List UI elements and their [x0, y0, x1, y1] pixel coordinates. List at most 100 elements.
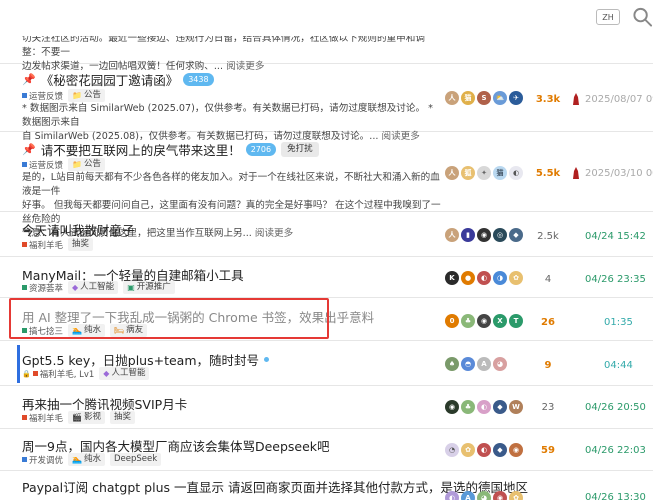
avatar[interactable]: X	[493, 314, 507, 328]
topic-title-text[interactable]: 今天请叫我散财童子	[22, 220, 135, 239]
topic-meta: 资源荟萃 ◆ 人工智能 ▣ 开源推广	[22, 281, 175, 294]
last-activity[interactable]: 04:44	[604, 360, 633, 371]
avatar[interactable]: 0	[445, 314, 459, 328]
last-activity[interactable]: 2025/03/10 00:	[585, 168, 653, 179]
avatar[interactable]: 人	[445, 91, 459, 105]
tag[interactable]: 📁 公告	[68, 158, 105, 171]
avatar[interactable]: 猫	[493, 166, 507, 180]
topic-row: 📌 请不要把互联网上的戾气带来这里！ 2706 免打扰 运营反馈 📁 公告 是的，…	[0, 132, 653, 239]
category-badge[interactable]: 运营反馈	[22, 90, 63, 102]
reply-count[interactable]: 3.3k	[528, 94, 568, 105]
last-activity[interactable]: 2025/08/07 09:3	[585, 94, 653, 105]
avatar[interactable]: ♣	[461, 314, 475, 328]
last-activity[interactable]: 01:35	[604, 317, 633, 328]
reply-count[interactable]: 4	[528, 274, 568, 285]
avatar[interactable]: ♠	[445, 357, 459, 371]
topic-title-text[interactable]: 请不要把互联网上的戾气带来这里！	[41, 140, 241, 159]
category-badge[interactable]: 资源荟萃	[22, 282, 63, 294]
tag[interactable]: DeepSeek	[110, 453, 162, 466]
last-activity[interactable]: 04/26 20:50	[585, 402, 646, 413]
language-switcher[interactable]: ZH	[596, 9, 620, 25]
tag[interactable]: 🎬 影视	[68, 411, 105, 424]
pin-icon: 📌	[22, 143, 36, 156]
reply-count[interactable]: 26	[528, 317, 568, 328]
avatar[interactable]: ◐	[445, 491, 459, 500]
category-badge[interactable]: 搞七捻三	[22, 325, 63, 337]
last-activity[interactable]: 04/26 13:30	[585, 492, 646, 500]
last-activity[interactable]: 04/26 22:03	[585, 445, 646, 456]
avatar[interactable]: A	[477, 357, 491, 371]
category-badge[interactable]: 开发调优	[22, 454, 63, 466]
category-badge[interactable]: 运营反馈	[22, 159, 63, 171]
avatar[interactable]: 人	[445, 228, 459, 242]
avatar[interactable]: ♣	[461, 400, 475, 414]
tag[interactable]: ◆ 人工智能	[99, 367, 150, 380]
tag[interactable]: 抽奖	[110, 411, 136, 424]
mute-button[interactable]: 免打扰	[281, 142, 319, 157]
avatar[interactable]: ✿	[509, 491, 523, 500]
poster-avatars: K ● ◐ ◑ ✿	[445, 271, 523, 285]
avatar[interactable]: ▮	[461, 228, 475, 242]
tag-icon: 📁	[72, 160, 82, 169]
tag[interactable]: 抽奖	[68, 238, 94, 251]
avatar[interactable]: ◓	[461, 357, 475, 371]
avatar[interactable]: ◉	[493, 491, 507, 500]
topic-title[interactable]: 今天请叫我散财童子	[22, 220, 135, 239]
avatar[interactable]: ◆	[493, 400, 507, 414]
pin-icon: 📌	[22, 73, 36, 86]
reply-count[interactable]: 59	[528, 445, 568, 456]
topic-title[interactable]: 📌 《秘密花园园丁邀请函》 3438	[22, 70, 214, 89]
tag[interactable]: 🏊 纯水	[68, 324, 105, 337]
avatar[interactable]: ◐	[509, 166, 523, 180]
reply-count[interactable]: 2.5k	[528, 231, 568, 242]
avatar[interactable]: K	[445, 271, 459, 285]
reply-count[interactable]: 5.5k	[528, 168, 568, 179]
avatar[interactable]: ✿	[509, 271, 523, 285]
avatar[interactable]: ◉	[445, 400, 459, 414]
avatar[interactable]: ◐	[477, 400, 491, 414]
category-badge[interactable]: 福利羊毛	[22, 412, 63, 424]
avatar[interactable]: ◆	[493, 443, 507, 457]
avatar[interactable]: T	[509, 314, 523, 328]
topic-meta: 运营反馈 📁 公告	[22, 158, 105, 171]
avatar[interactable]: W	[509, 400, 523, 414]
tag[interactable]: ◆ 人工智能	[68, 281, 119, 294]
avatar[interactable]: A	[461, 491, 475, 500]
category-badge[interactable]: 🔒 福利羊毛, Lv1	[22, 368, 94, 380]
search-icon[interactable]	[632, 6, 653, 28]
avatar[interactable]: ◕	[477, 491, 491, 500]
avatar[interactable]: ◉	[477, 314, 491, 328]
avatar[interactable]: ✈	[509, 91, 523, 105]
avatar[interactable]: ◉	[509, 443, 523, 457]
topic-title[interactable]: 📌 请不要把互联网上的戾气带来这里！ 2706 免打扰	[22, 140, 319, 159]
avatar[interactable]: ◎	[493, 228, 507, 242]
avatar[interactable]: 猫	[461, 91, 475, 105]
avatar[interactable]: ◔	[445, 443, 459, 457]
avatar[interactable]: ⛅	[493, 91, 507, 105]
last-activity[interactable]: 04/26 23:35	[585, 274, 646, 285]
avatar[interactable]: ✿	[461, 443, 475, 457]
reply-count[interactable]: 23	[528, 402, 568, 413]
tag[interactable]: ▣ 开源推广	[123, 281, 175, 294]
avatar[interactable]: ◆	[509, 228, 523, 242]
avatar[interactable]: S	[477, 91, 491, 105]
avatar[interactable]: ◐	[477, 443, 491, 457]
avatar[interactable]: ●	[461, 271, 475, 285]
ai-icon: ◆	[72, 283, 79, 292]
avatar[interactable]: ✦	[477, 166, 491, 180]
topic-meta: 开发调优 🏊 纯水 DeepSeek	[22, 453, 162, 466]
tag[interactable]: 🏊 纯水	[68, 453, 105, 466]
topic-title-text[interactable]: 《秘密花园园丁邀请函》	[41, 70, 179, 89]
avatar[interactable]: ◕	[493, 357, 507, 371]
topic-row: Paypal订阅 chatgpt plus 一直显示 请返回商家页面并选择其他付…	[0, 471, 653, 500]
avatar[interactable]: ◑	[493, 271, 507, 285]
reply-count[interactable]: 9	[528, 360, 568, 371]
category-badge[interactable]: 福利羊毛	[22, 239, 63, 251]
tag[interactable]: 📁 公告	[68, 89, 105, 102]
last-activity[interactable]: 04/24 15:42	[585, 231, 646, 242]
avatar[interactable]: ◉	[477, 228, 491, 242]
avatar[interactable]: 人	[445, 166, 459, 180]
avatar[interactable]: 狐	[461, 166, 475, 180]
avatar[interactable]: ◐	[477, 271, 491, 285]
tag[interactable]: 🛏 病友	[110, 324, 148, 337]
